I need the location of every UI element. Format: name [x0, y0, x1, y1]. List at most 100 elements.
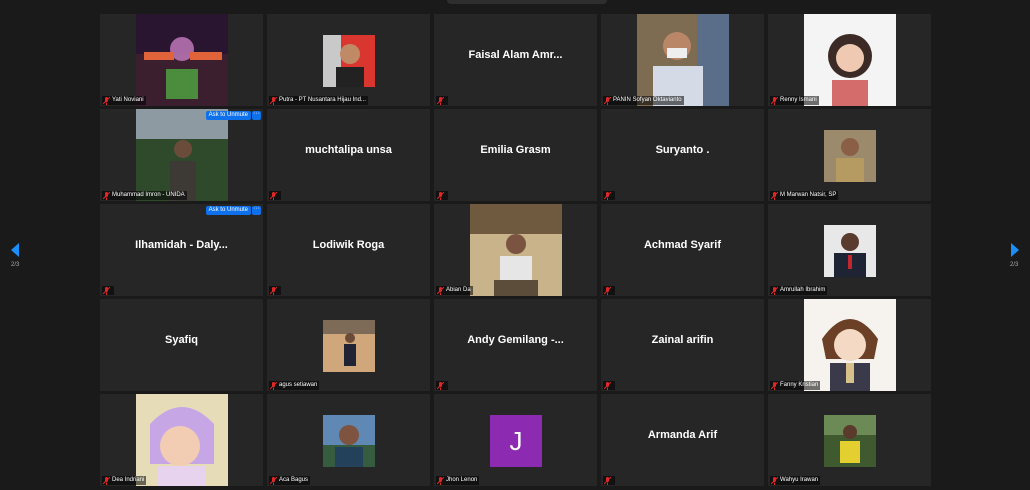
participant-label: Fanny Kristian [770, 381, 821, 390]
more-options-button[interactable]: ··· [252, 205, 261, 215]
previous-page-arrow-icon[interactable] [8, 242, 22, 258]
profile-photo [322, 35, 375, 87]
participant-name: Putra - PT Nusantara Hijau Ind... [279, 97, 366, 103]
muted-mic-icon [270, 191, 277, 200]
participant-tile[interactable]: Renny Ismani [768, 14, 931, 106]
participant-name-display: Ilhamidah - Daly... [135, 239, 228, 251]
muted-mic-icon [604, 476, 611, 485]
participant-name: Fanny Kristian [780, 382, 819, 388]
participant-name-display: Lodiwik Roga [312, 239, 385, 251]
muted-mic-icon [270, 381, 277, 390]
participant-tile[interactable]: Fanny Kristian [768, 299, 931, 391]
profile-photo [823, 415, 876, 467]
muted-mic-icon [103, 96, 110, 105]
muted-mic-icon [437, 286, 444, 295]
profile-photo [803, 14, 896, 106]
participant-name-display: Armanda Arif [647, 429, 718, 441]
participant-tile[interactable]: Faisal Alam Amr... [434, 14, 597, 106]
participant-name-display: Emilia Grasm [480, 144, 551, 156]
participant-name: Renny Ismani [780, 97, 817, 103]
participant-tile[interactable]: Dea Indriani [100, 394, 263, 486]
participant-tile[interactable]: agus setiawan [267, 299, 430, 391]
participant-label: Amrullah Ibrahim [770, 286, 828, 295]
participant-tile[interactable]: muchtalipa unsa [267, 109, 430, 201]
more-options-button[interactable]: ··· [252, 110, 261, 120]
page-indicator-right: 2/3 [1010, 262, 1019, 268]
profile-photo [803, 299, 896, 391]
participant-name: Dea Indriani [112, 477, 145, 483]
participant-tile[interactable]: Ilhamidah - Daly... Ask to Unmute ··· [100, 204, 263, 296]
participant-name: Muhammad Imron - UNIDA [112, 192, 185, 198]
muted-mic-icon [771, 476, 778, 485]
participant-label: Yati Noviani [102, 96, 146, 105]
profile-photo [823, 225, 876, 277]
muted-mic-icon [604, 96, 611, 105]
muted-mic-icon [270, 96, 277, 105]
participant-label: Aca Bagus [269, 476, 311, 485]
participant-tile[interactable]: J Jhon Lenon [434, 394, 597, 486]
participant-name-display: Achmad Syarif [643, 239, 722, 251]
participant-tile[interactable]: Suryanto . [601, 109, 764, 201]
participant-tile[interactable]: Zainal arifin [601, 299, 764, 391]
muted-mic-icon [771, 96, 778, 105]
muted-mic-icon [771, 191, 778, 200]
participant-label: Renny Ismani [770, 96, 819, 105]
participant-tile[interactable]: Lodiwik Roga [267, 204, 430, 296]
muted-mic-icon [437, 96, 444, 105]
muted-mic-icon [437, 381, 444, 390]
participant-label [436, 96, 448, 105]
participant-label [436, 191, 448, 200]
video-feed [135, 109, 228, 201]
participant-name-display: Faisal Alam Amr... [468, 49, 563, 61]
participant-tile[interactable]: Amrullah Ibrahim [768, 204, 931, 296]
participant-name-display: Syafiq [164, 334, 198, 346]
participant-label: Jhon Lenon [436, 476, 480, 485]
video-feed [469, 204, 562, 296]
participant-name: Wahyu Irawan [780, 477, 819, 483]
participant-tile[interactable]: Andy Gemilang -... [434, 299, 597, 391]
participant-name: Aca Bagus [279, 477, 309, 483]
participant-name: agus setiawan [279, 382, 318, 388]
avatar: J [490, 415, 542, 467]
muted-mic-icon [103, 476, 110, 485]
participant-name-display: Andy Gemilang -... [467, 334, 564, 346]
participant-tile[interactable]: PANIN Sofyan Oktavianto [601, 14, 764, 106]
participant-label [603, 286, 615, 295]
participant-name-display: Suryanto . [655, 144, 710, 156]
participant-tile[interactable]: Abian Da [434, 204, 597, 296]
profile-photo [823, 130, 876, 182]
muted-mic-icon [604, 191, 611, 200]
participant-tile[interactable]: Achmad Syarif [601, 204, 764, 296]
participant-tile[interactable]: Ask to Unmute ··· Muhammad Imron - UNIDA [100, 109, 263, 201]
participant-name: PANIN Sofyan Oktavianto [613, 97, 682, 103]
participant-label [603, 381, 615, 390]
muted-mic-icon [103, 286, 110, 295]
participant-tile[interactable]: Yati Noviani [100, 14, 263, 106]
participant-name: Amrullah Ibrahim [780, 287, 826, 293]
participant-label: agus setiawan [269, 381, 320, 390]
participant-tile[interactable]: Wahyu Irawan [768, 394, 931, 486]
video-feed [636, 14, 729, 106]
participant-label [603, 191, 615, 200]
participant-tile[interactable]: Emilia Grasm [434, 109, 597, 201]
participant-tile[interactable]: Putra - PT Nusantara Hijau Ind... [267, 14, 430, 106]
participant-label [102, 286, 114, 295]
participant-label [603, 476, 615, 485]
participant-tile[interactable]: Armanda Arif [601, 394, 764, 486]
next-page-arrow-icon[interactable] [1008, 242, 1022, 258]
participant-tile[interactable]: Aca Bagus [267, 394, 430, 486]
participant-label: M Marwan Natsir, SP [770, 191, 839, 200]
muted-mic-icon [771, 286, 778, 295]
muted-mic-icon [270, 476, 277, 485]
muted-mic-icon [604, 286, 611, 295]
participant-label: Abian Da [436, 286, 473, 295]
participant-tile[interactable]: Syafiq [100, 299, 263, 391]
ask-to-unmute-button[interactable]: Ask to Unmute [205, 206, 251, 215]
ask-to-unmute-button[interactable]: Ask to Unmute [205, 111, 251, 120]
participant-label [436, 381, 448, 390]
muted-mic-icon [604, 381, 611, 390]
participant-tile[interactable]: M Marwan Natsir, SP [768, 109, 931, 201]
participant-name-display: Zainal arifin [651, 334, 714, 346]
participant-label: Putra - PT Nusantara Hijau Ind... [269, 96, 368, 105]
participant-name: Jhon Lenon [446, 477, 478, 483]
